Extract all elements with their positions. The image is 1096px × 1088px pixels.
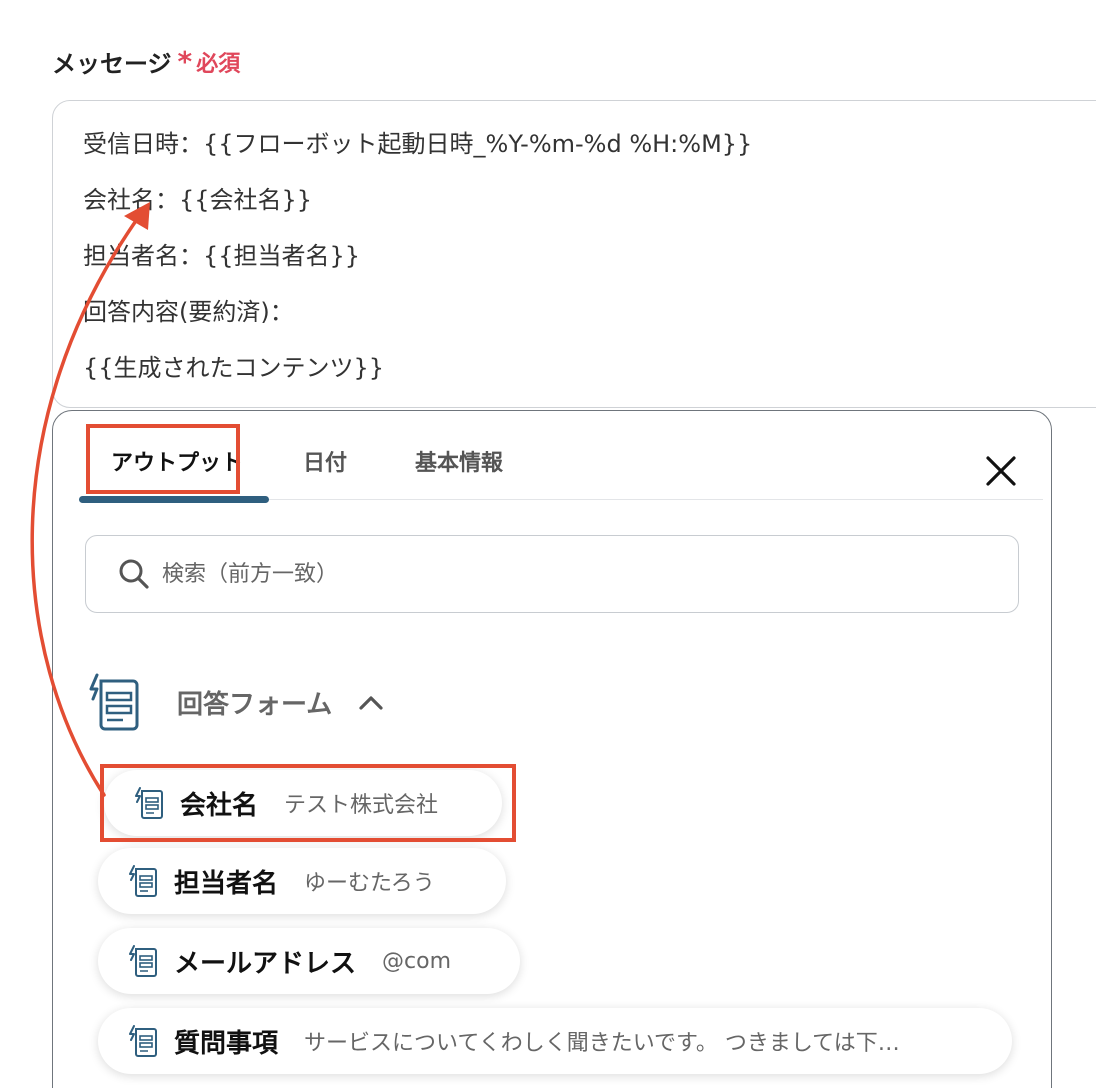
chevron-up-icon[interactable] (358, 692, 384, 712)
page: メッセージ * 必須 受信日時：{{フローボット起動日時_%Y-%m-%d %H… (0, 0, 1096, 1088)
active-tab-indicator (79, 496, 269, 503)
group-title: 回答フォーム (177, 689, 333, 720)
search-field (85, 535, 1019, 613)
message-field-label: メッセージ * 必須 (52, 44, 240, 79)
output-value: ゆーむたろう (304, 871, 435, 896)
required-asterisk: * (177, 44, 193, 78)
output-name: メールアドレス (174, 948, 357, 979)
search-input[interactable] (160, 560, 944, 588)
tab-basic-info[interactable]: 基本情報 (415, 445, 503, 477)
message-line: 会社名：{{会社名}} (83, 186, 313, 214)
field-label-text: メッセージ (52, 50, 172, 78)
annotation-highlight-output-tab (86, 424, 240, 494)
message-line: 受信日時：{{フローボット起動日時_%Y-%m-%d %H:%M}} (83, 130, 753, 158)
message-line: 担当者名：{{担当者名}} (83, 242, 361, 270)
output-value: @com (382, 948, 452, 974)
group-header-answer-form[interactable]: 回答フォーム (87, 673, 384, 731)
message-content: 受信日時：{{フローボット起動日時_%Y-%m-%d %H:%M}} 会社名：{… (83, 123, 752, 403)
output-chip-contact-name[interactable]: 担当者名 ゆーむたろう (98, 848, 506, 914)
form-icon (129, 865, 157, 897)
form-icon (129, 945, 157, 977)
output-chip-email[interactable]: メールアドレス @com (98, 928, 520, 994)
message-line: 回答内容(要約済)： (83, 298, 294, 326)
output-name: 担当者名 (174, 868, 279, 899)
message-textarea[interactable]: 受信日時：{{フローボット起動日時_%Y-%m-%d %H:%M}} 会社名：{… (52, 100, 1096, 408)
required-indicator: * 必須 (178, 46, 241, 78)
annotation-highlight-company-chip (100, 764, 516, 842)
output-name: 質問事項 (174, 1028, 279, 1059)
output-chip-question[interactable]: 質問事項 サービスについてくわしく聞きたいです。 つきましては下… (98, 1008, 1012, 1074)
search-icon (119, 559, 149, 589)
required-text: 必須 (196, 51, 241, 77)
close-icon[interactable] (983, 453, 1019, 489)
tab-date[interactable]: 日付 (303, 445, 347, 477)
form-icon (89, 673, 139, 731)
form-icon (129, 1025, 157, 1057)
message-line: {{生成されたコンテンツ}} (83, 354, 385, 382)
output-value: サービスについてくわしく聞きたいです。 つきましては下… (304, 1031, 900, 1056)
